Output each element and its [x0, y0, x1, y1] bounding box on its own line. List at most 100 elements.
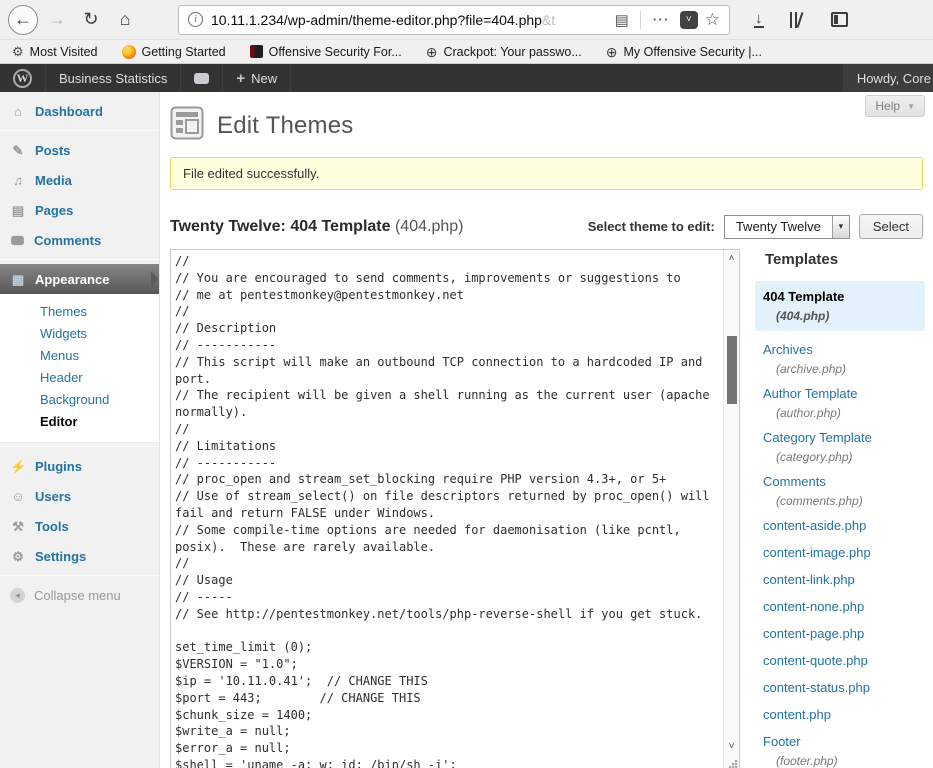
page-info-icon[interactable]: i [188, 12, 203, 27]
theme-select[interactable]: Twenty Twelve ▾ [724, 215, 850, 239]
url-text[interactable]: 10.11.1.234/wp-admin/theme-editor.php?fi… [211, 12, 611, 28]
forward-icon[interactable]: → [42, 5, 72, 35]
template-link[interactable]: content-page.php [763, 626, 864, 641]
template-list-item[interactable]: content-aside.php [763, 517, 925, 535]
template-link[interactable]: content-quote.php [763, 653, 868, 668]
template-list-item[interactable]: content-link.php [763, 571, 925, 589]
select-dropdown-icon[interactable]: ▾ [832, 216, 849, 238]
sidebar-toggle-icon[interactable] [831, 12, 848, 27]
bookmark-item[interactable]: Getting Started [122, 45, 226, 59]
pages-icon: ▤ [10, 204, 26, 217]
scrollbar-thumb[interactable] [727, 336, 737, 404]
bookmark-item[interactable]: ⊕My Offensive Security |... [606, 45, 762, 59]
file-heading: Twenty Twelve: 404 Template (404.php) [170, 218, 463, 236]
template-link[interactable]: content-link.php [763, 572, 855, 587]
template-link[interactable]: content-image.php [763, 545, 871, 560]
urlbar-divider [640, 11, 641, 29]
submenu-item-themes[interactable]: Themes [0, 301, 159, 323]
template-link[interactable]: Footer [763, 734, 801, 749]
template-list-item[interactable]: Archives(archive.php) [763, 341, 925, 376]
dashboard-icon: ⌂ [10, 105, 26, 118]
submenu-item-editor[interactable]: Editor [0, 411, 159, 433]
site-name-menu[interactable]: Business Statistics [46, 64, 181, 92]
wp-logo[interactable]: W [0, 64, 46, 92]
menu-separator [0, 130, 159, 131]
reload-icon[interactable]: ↻ [76, 5, 106, 35]
home-icon[interactable]: ⌂ [110, 5, 140, 35]
template-list-item[interactable]: 404 Template(404.php) [755, 281, 925, 331]
sidebar-item-plugins[interactable]: ⚡Plugins [0, 451, 159, 481]
reader-mode-icon[interactable]: ▤ [615, 11, 629, 29]
wordpress-icon: W [13, 69, 32, 88]
library-icon[interactable] [790, 12, 805, 28]
url-bar[interactable]: i 10.11.1.234/wp-admin/theme-editor.php?… [178, 5, 730, 35]
template-list-item[interactable]: content-page.php [763, 625, 925, 643]
template-link[interactable]: Comments [763, 474, 826, 489]
menu-separator [0, 446, 159, 447]
bookmark-item[interactable]: ⊕Crackpot: Your passwo... [426, 45, 582, 59]
help-button[interactable]: Help▼ [865, 95, 925, 117]
page-actions-icon[interactable]: ⋯ [652, 10, 669, 30]
template-link[interactable]: Category Template [763, 430, 872, 445]
sidebar-item-comments[interactable]: Comments [0, 225, 159, 255]
collapse-arrow-icon: ◂ [10, 588, 25, 603]
menu-label: Media [35, 173, 72, 188]
template-link[interactable]: content-status.php [763, 680, 870, 695]
sidebar-item-settings[interactable]: ⚙Settings [0, 541, 159, 571]
bookmark-item[interactable]: Offensive Security For... [250, 45, 402, 59]
bookmark-star-icon[interactable]: ☆ [705, 10, 720, 30]
sidebar-item-dashboard[interactable]: ⌂Dashboard [0, 96, 159, 126]
posts-icon: ✎ [10, 144, 26, 157]
editor-scrollbar[interactable]: ˄ ˅ [723, 250, 739, 768]
users-icon: ☺ [10, 490, 26, 503]
firefox-icon [122, 45, 136, 59]
submenu-item-background[interactable]: Background [0, 389, 159, 411]
downloads-icon[interactable]: ↓ [754, 11, 764, 28]
menu-separator [0, 575, 159, 576]
sidebar-item-media[interactable]: ♫Media [0, 165, 159, 195]
scroll-up-icon[interactable]: ˄ [724, 253, 739, 265]
code-textarea[interactable]: // // You are encouraged to send comment… [171, 250, 723, 768]
template-list-item[interactable]: content-none.php [763, 598, 925, 616]
template-list-item[interactable]: content-image.php [763, 544, 925, 562]
template-link[interactable]: 404 Template [763, 289, 844, 304]
template-list-item[interactable]: content-quote.php [763, 652, 925, 670]
template-list-item[interactable]: Comments(comments.php) [763, 473, 925, 508]
sidebar-item-collapse-menu[interactable]: ◂ Collapse menu [0, 580, 159, 610]
template-link[interactable]: Author Template [763, 386, 857, 401]
template-list-item[interactable]: Category Template(category.php) [763, 429, 925, 464]
template-list-item[interactable]: Author Template (author.php) [763, 385, 925, 420]
submenu-item-header[interactable]: Header [0, 367, 159, 389]
gear-icon: ⚙ [12, 45, 24, 58]
sidebar-item-tools[interactable]: ⚒Tools [0, 511, 159, 541]
submenu-item-widgets[interactable]: Widgets [0, 323, 159, 345]
template-link[interactable]: content-aside.php [763, 518, 866, 533]
sidebar-item-posts[interactable]: ✎Posts [0, 135, 159, 165]
scroll-down-icon[interactable]: ˅ [724, 741, 739, 753]
pocket-icon[interactable]: ˅ [680, 11, 698, 29]
sidebar-item-pages[interactable]: ▤Pages [0, 195, 159, 225]
bookmark-item[interactable]: ⚙Most Visited [12, 45, 98, 59]
template-list-item[interactable]: content-status.php [763, 679, 925, 697]
template-list-item[interactable]: Footer(footer.php) [763, 733, 925, 768]
sidebar-item-users[interactable]: ☺Users [0, 481, 159, 511]
menu-label: Appearance [35, 272, 109, 287]
template-link[interactable]: content.php [763, 707, 831, 722]
new-content-menu[interactable]: +New [223, 64, 291, 92]
sidebar-item-appearance[interactable]: ▦Appearance [0, 264, 159, 294]
resize-grip[interactable] [727, 758, 738, 768]
submenu-item-menus[interactable]: Menus [0, 345, 159, 367]
template-link[interactable]: content-none.php [763, 599, 864, 614]
template-list-item[interactable]: content.php [763, 706, 925, 724]
howdy-account-menu[interactable]: Howdy, Core [843, 64, 933, 92]
select-theme-button[interactable]: Select [859, 214, 923, 239]
site-dark-icon [250, 45, 263, 58]
plugins-icon: ⚡ [10, 460, 26, 473]
bookmark-label: Getting Started [142, 45, 226, 59]
template-link[interactable]: Archives [763, 342, 813, 357]
comments-admin-icon[interactable] [181, 64, 223, 92]
back-icon[interactable]: ← [8, 5, 38, 35]
template-filename: (author.php) [776, 406, 925, 420]
menu-label: Collapse menu [34, 588, 121, 603]
bookmark-label: Crackpot: Your passwo... [443, 45, 581, 59]
